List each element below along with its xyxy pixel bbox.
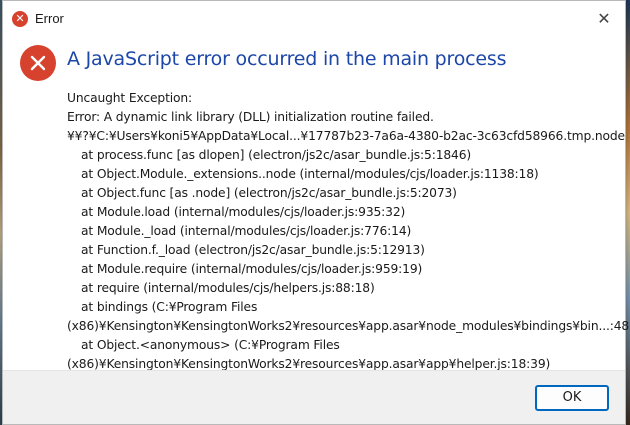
stack-trace-line: at Module.require (internal/modules/cjs/… [81, 262, 423, 276]
message-line: Uncaught Exception: [67, 91, 193, 105]
stack-trace-line: at Object.<anonymous> (C:¥Program Files [81, 338, 340, 352]
stack-trace-line: at Module.load (internal/modules/cjs/loa… [81, 205, 406, 219]
title-bar[interactable]: ✕ Error ✕ [3, 1, 625, 37]
error-dialog: ✕ Error ✕ A JavaScript error occurred in… [2, 0, 630, 425]
dialog-content: A JavaScript error occurred in the main … [3, 37, 630, 374]
message-line: Error: A dynamic link library (DLL) init… [67, 110, 434, 124]
error-message: Uncaught Exception: Error: A dynamic lin… [67, 89, 630, 374]
error-heading: A JavaScript error occurred in the main … [67, 48, 507, 70]
stack-trace-line: at bindings (C:¥Program Files [81, 300, 258, 314]
stack-trace-line: at Object.Module._extensions..node (inte… [81, 167, 539, 181]
error-icon [20, 45, 56, 81]
stack-trace-line: at Module._load (internal/modules/cjs/lo… [81, 224, 412, 238]
close-button[interactable]: ✕ [591, 7, 617, 31]
stack-trace-line: at Function.f._load (electron/js2c/asar_… [81, 243, 425, 257]
window-title: Error [35, 11, 64, 26]
message-line: ¥¥?¥C:¥Users¥koni5¥AppData¥Local...¥1778… [67, 129, 625, 143]
error-icon: ✕ [12, 11, 28, 27]
ok-button[interactable]: OK [535, 385, 609, 411]
stack-trace-line: at require (internal/modules/cjs/helpers… [81, 281, 375, 295]
stack-trace-line: (x86)¥Kensington¥KensingtonWorks2¥resour… [67, 319, 630, 333]
stack-trace-line: at process.func [as dlopen] (electron/js… [81, 148, 472, 162]
stack-trace-line: at Object.func [as .node] (electron/js2c… [81, 186, 457, 200]
dialog-footer: OK [3, 370, 625, 424]
